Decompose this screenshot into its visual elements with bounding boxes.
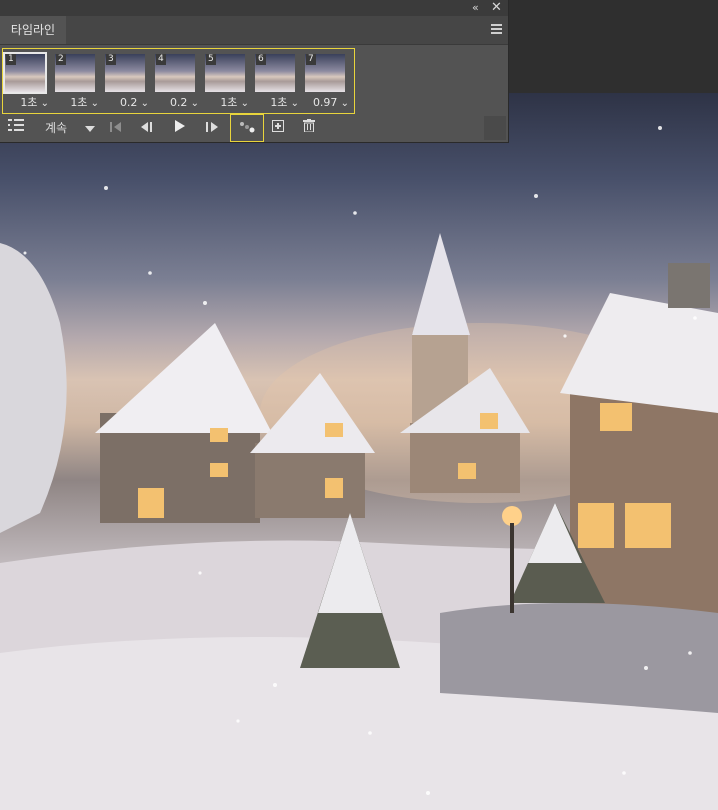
panel-menu-icon[interactable] xyxy=(491,24,502,35)
tween-button[interactable] xyxy=(230,114,264,142)
frame-delay-dropdown[interactable]: 0.2 ⌄ xyxy=(153,96,199,111)
chevron-down-icon: ⌄ xyxy=(337,98,349,109)
chevron-down-icon: ⌄ xyxy=(37,98,49,109)
animation-frame[interactable]: 4 0.2 ⌄ xyxy=(153,52,199,112)
loop-option-label[interactable]: 계속 xyxy=(40,114,72,142)
animation-frame[interactable]: 1 1초 ⌄ xyxy=(3,52,49,112)
next-frame-icon[interactable] xyxy=(203,114,221,142)
tab-timeline[interactable]: 타임라인 xyxy=(0,16,66,44)
frame-delay-dropdown[interactable]: 0.97 ⌄ xyxy=(303,96,349,111)
double-chevron-left-icon[interactable]: « xyxy=(472,1,479,15)
frame-number: 1 xyxy=(6,54,16,65)
document-canvas[interactable] xyxy=(0,93,718,810)
frame-number: 2 xyxy=(56,54,66,65)
panel-titlebar: « ✕ xyxy=(0,0,508,16)
timeline-panel: « ✕ 타임라인 1 1초 ⌄ 2 1초 ⌄ 3 0.2 ⌄ 4 0.2 ⌄ 5 1초 ⌄ 6 1초 … xyxy=(0,0,509,143)
frame-delay-value: 1초 xyxy=(270,96,288,109)
tween-icon xyxy=(240,122,255,133)
delete-frame-icon[interactable] xyxy=(300,114,318,142)
frame-number: 6 xyxy=(256,54,266,65)
animation-frame[interactable]: 7 0.97 ⌄ xyxy=(303,52,349,112)
chevron-down-icon: ⌄ xyxy=(187,98,199,109)
play-icon[interactable] xyxy=(171,114,189,142)
frame-delay-value: 1초 xyxy=(20,96,38,109)
frame-delay-value: 1초 xyxy=(220,96,238,109)
animation-frame[interactable]: 2 1초 ⌄ xyxy=(53,52,99,112)
first-frame-icon[interactable] xyxy=(106,114,124,142)
frame-number: 5 xyxy=(206,54,216,65)
animation-frame[interactable]: 3 0.2 ⌄ xyxy=(103,52,149,112)
panel-tab-row: 타임라인 xyxy=(0,16,508,45)
frame-delay-dropdown[interactable]: 0.2 ⌄ xyxy=(103,96,149,111)
close-icon[interactable]: ✕ xyxy=(491,1,502,15)
frame-delay-dropdown[interactable]: 1초 ⌄ xyxy=(3,96,49,111)
panel-scroll-area[interactable] xyxy=(484,116,506,140)
frame-delay-dropdown[interactable]: 1초 ⌄ xyxy=(203,96,249,111)
previous-frame-icon[interactable] xyxy=(138,114,156,142)
frame-delay-value: 0.97 xyxy=(312,96,338,109)
chevron-down-icon: ⌄ xyxy=(237,98,249,109)
workspace-top-area xyxy=(508,0,718,93)
animation-frame[interactable]: 5 1초 ⌄ xyxy=(203,52,249,112)
duplicate-frame-icon[interactable] xyxy=(268,114,288,142)
frame-number: 4 xyxy=(156,54,166,65)
chevron-down-icon: ⌄ xyxy=(87,98,99,109)
loop-dropdown-icon[interactable] xyxy=(82,114,98,142)
chevron-down-icon: ⌄ xyxy=(287,98,299,109)
animation-frame[interactable]: 6 1초 ⌄ xyxy=(253,52,299,112)
frame-delay-value: 1초 xyxy=(70,96,88,109)
frame-delay-value: 0.2 xyxy=(119,96,138,109)
frame-delay-value: 0.2 xyxy=(169,96,188,109)
frame-number: 3 xyxy=(106,54,116,65)
frame-delay-dropdown[interactable]: 1초 ⌄ xyxy=(53,96,99,111)
frame-delay-dropdown[interactable]: 1초 ⌄ xyxy=(253,96,299,111)
frame-strip: 1 1초 ⌄ 2 1초 ⌄ 3 0.2 ⌄ 4 0.2 ⌄ 5 1초 ⌄ 6 1초 ⌄ 7 0.97 ⌄ xyxy=(2,48,355,114)
winter-village-image xyxy=(0,126,718,810)
convert-timeline-icon[interactable] xyxy=(6,114,26,142)
frame-number: 7 xyxy=(306,54,316,65)
chevron-down-icon: ⌄ xyxy=(137,98,149,109)
